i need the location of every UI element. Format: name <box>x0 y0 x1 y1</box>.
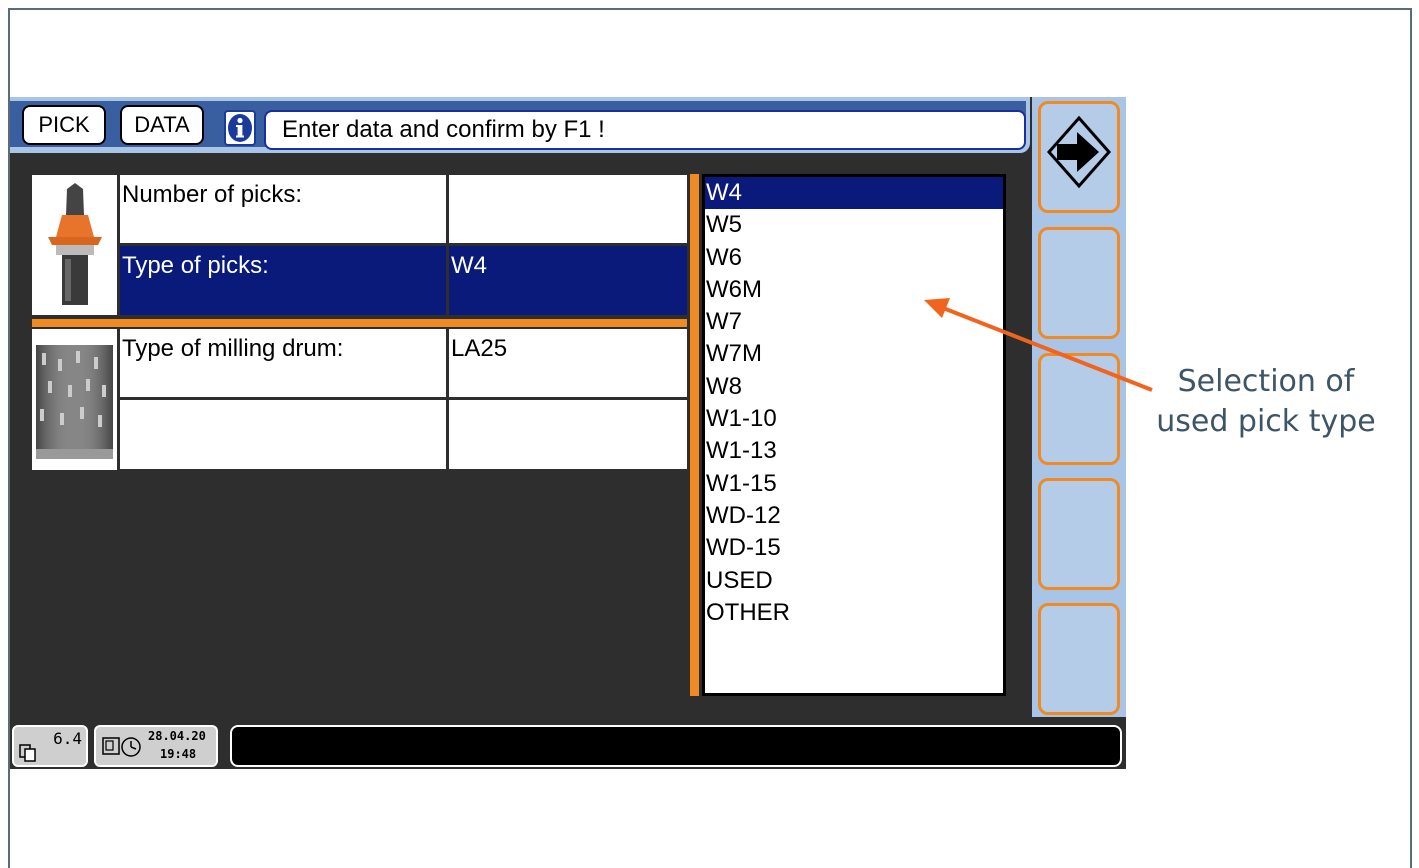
annotation-line-1: Selection of <box>1177 364 1355 399</box>
annotation-label: Selection of used pick type <box>1146 362 1386 442</box>
annotation-line-2: used pick type <box>1156 404 1376 439</box>
